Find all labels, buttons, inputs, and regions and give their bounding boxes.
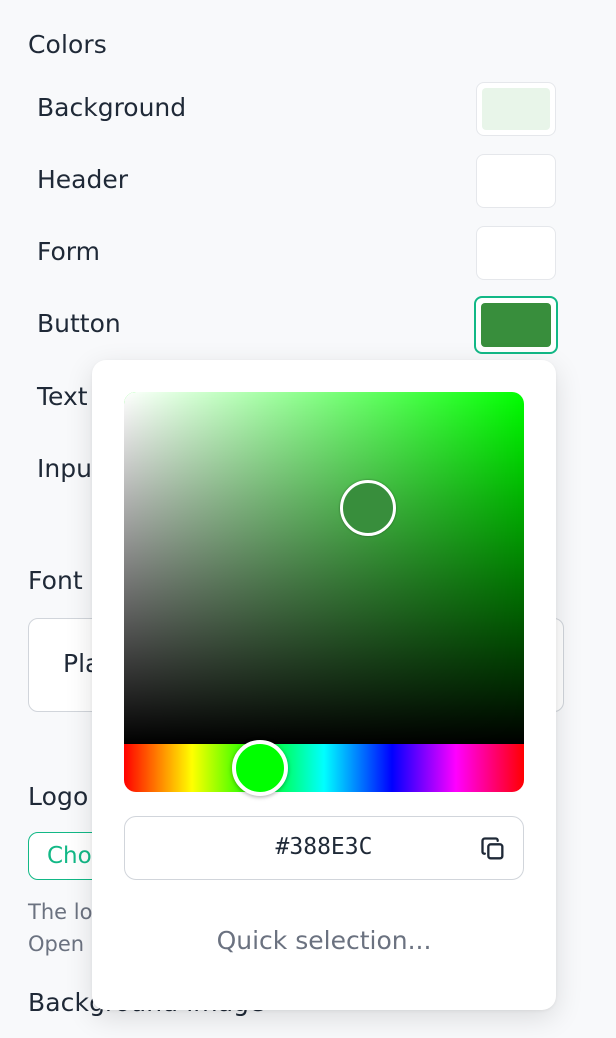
saturation-area[interactable] [124, 392, 524, 744]
background-color-swatch[interactable] [476, 82, 556, 136]
copy-icon[interactable] [479, 835, 507, 863]
quick-selection-link[interactable]: Quick selection... [92, 926, 556, 955]
saturation-pointer[interactable] [340, 480, 396, 536]
form-color-label: Form [37, 237, 100, 266]
logo-hint-line2: Open [28, 932, 85, 956]
logo-hint-line1: The lo [28, 900, 93, 924]
form-color-fill [482, 232, 550, 274]
color-picker-popover: #388E3C Quick selection... [92, 360, 556, 1010]
hue-slider[interactable] [124, 744, 524, 792]
logo-section-title: Logo [28, 782, 89, 811]
hue-pointer[interactable] [232, 740, 288, 796]
saturation-black-gradient [124, 392, 524, 744]
font-section-title: Font [28, 566, 83, 595]
background-color-label: Background [37, 93, 187, 122]
hex-color-input[interactable]: #388E3C [124, 816, 524, 880]
choose-logo-label: Cho [47, 843, 92, 869]
hex-color-value[interactable]: #388E3C [125, 834, 523, 860]
button-color-fill [481, 303, 551, 347]
button-color-label: Button [37, 309, 121, 338]
header-color-fill [482, 160, 550, 202]
header-color-label: Header [37, 165, 129, 194]
text-color-label: Text [37, 382, 88, 411]
form-color-swatch[interactable] [476, 226, 556, 280]
header-color-swatch[interactable] [476, 154, 556, 208]
background-color-fill [482, 88, 550, 130]
colors-section-title: Colors [28, 30, 107, 59]
button-color-swatch[interactable] [474, 296, 558, 354]
